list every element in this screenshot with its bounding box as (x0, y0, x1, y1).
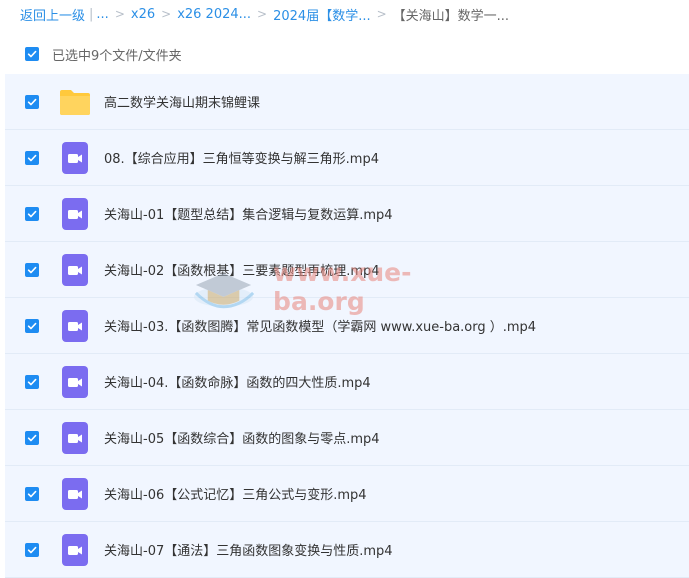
folder-icon (59, 86, 91, 118)
selection-count: 已选中9个文件/文件夹 (52, 48, 182, 64)
row-checkbox[interactable] (25, 486, 39, 501)
checkmark-icon (27, 378, 37, 385)
row-checkbox[interactable] (25, 430, 39, 445)
video-file-icon (59, 141, 91, 174)
row-checkbox[interactable] (25, 374, 39, 389)
file-row[interactable]: 关海山-06【公式记忆】三角公式与变形.mp4 (5, 466, 689, 522)
row-checkbox[interactable] (25, 94, 39, 109)
file-name[interactable]: 关海山-01【题型总结】集合逻辑与复数运算.mp4 (104, 204, 393, 223)
file-row[interactable]: 高二数学关海山期末锦鲤课 (5, 74, 689, 130)
checkmark-icon (27, 154, 37, 161)
checkmark-icon (27, 98, 37, 105)
checkmark-icon (27, 490, 37, 497)
breadcrumb-item[interactable]: 2024届【数学... (273, 5, 370, 24)
file-name[interactable]: 关海山-03.【函数图腾】常见函数模型（学霸网 www.xue-ba.org ）… (104, 316, 536, 335)
row-checkbox[interactable] (25, 318, 39, 333)
back-link[interactable]: 返回上一级 (20, 5, 85, 24)
row-checkbox[interactable] (25, 542, 39, 557)
video-file-icon (59, 197, 91, 230)
breadcrumb-item[interactable]: x26 2024... (177, 7, 251, 22)
checkmark-icon (27, 210, 37, 217)
chevron-right-icon: > (376, 7, 387, 21)
video-file-icon (59, 477, 91, 510)
checkmark-icon (27, 322, 37, 329)
file-list: 高二数学关海山期末锦鲤课 08.【综合应用】三角恒等变换与解三角形.mp4 关海山-… (5, 74, 689, 578)
file-row[interactable]: 关海山-01【题型总结】集合逻辑与复数运算.mp4 (5, 186, 689, 242)
video-file-icon (59, 253, 91, 286)
file-name[interactable]: 关海山-02【函数根基】三要素题型再梳理.mp4 (104, 260, 380, 279)
chevron-right-icon: > (114, 7, 125, 21)
video-file-icon (59, 421, 91, 454)
breadcrumb-current: 【关海山】数学一... (392, 8, 510, 24)
file-name[interactable]: 关海山-04.【函数命脉】函数的四大性质.mp4 (104, 372, 371, 391)
file-row[interactable]: 关海山-07【通法】三角函数图象变换与性质.mp4 (5, 522, 689, 578)
file-row[interactable]: 关海山-03.【函数图腾】常见函数模型（学霸网 www.xue-ba.org ）… (5, 298, 689, 354)
selection-header: 已选中9个文件/文件夹 (0, 36, 689, 72)
checkmark-icon (27, 546, 37, 553)
file-row[interactable]: 关海山-05【函数综合】函数的图象与零点.mp4 (5, 410, 689, 466)
file-name[interactable]: 关海山-06【公式记忆】三角公式与变形.mp4 (104, 484, 367, 503)
breadcrumb: 返回上一级 | ... > x26 > x26 2024... > 2024届【… (20, 5, 510, 24)
breadcrumb-item[interactable]: x26 (131, 7, 155, 22)
checkmark-icon (27, 434, 37, 441)
row-checkbox[interactable] (25, 206, 39, 221)
breadcrumb-ellipsis[interactable]: ... (96, 7, 108, 22)
file-browser: 返回上一级 | ... > x26 > x26 2024... > 2024届【… (0, 0, 689, 578)
file-row[interactable]: 08.【综合应用】三角恒等变换与解三角形.mp4 (5, 130, 689, 186)
chevron-right-icon: > (161, 7, 172, 21)
file-row[interactable]: 关海山-04.【函数命脉】函数的四大性质.mp4 (5, 354, 689, 410)
breadcrumb-divider: | (89, 6, 94, 22)
row-checkbox[interactable] (25, 150, 39, 165)
chevron-right-icon: > (257, 7, 268, 21)
video-file-icon (59, 533, 91, 566)
checkmark-icon (27, 50, 37, 58)
file-row[interactable]: 关海山-02【函数根基】三要素题型再梳理.mp4 (5, 242, 689, 298)
file-name[interactable]: 关海山-07【通法】三角函数图象变换与性质.mp4 (104, 540, 393, 559)
file-name[interactable]: 关海山-05【函数综合】函数的图象与零点.mp4 (104, 428, 380, 447)
video-file-icon (59, 309, 91, 342)
checkmark-icon (27, 266, 37, 273)
select-all-checkbox[interactable] (25, 47, 39, 61)
file-name[interactable]: 高二数学关海山期末锦鲤课 (104, 92, 260, 111)
file-name[interactable]: 08.【综合应用】三角恒等变换与解三角形.mp4 (104, 148, 379, 167)
row-checkbox[interactable] (25, 262, 39, 277)
video-file-icon (59, 365, 91, 398)
